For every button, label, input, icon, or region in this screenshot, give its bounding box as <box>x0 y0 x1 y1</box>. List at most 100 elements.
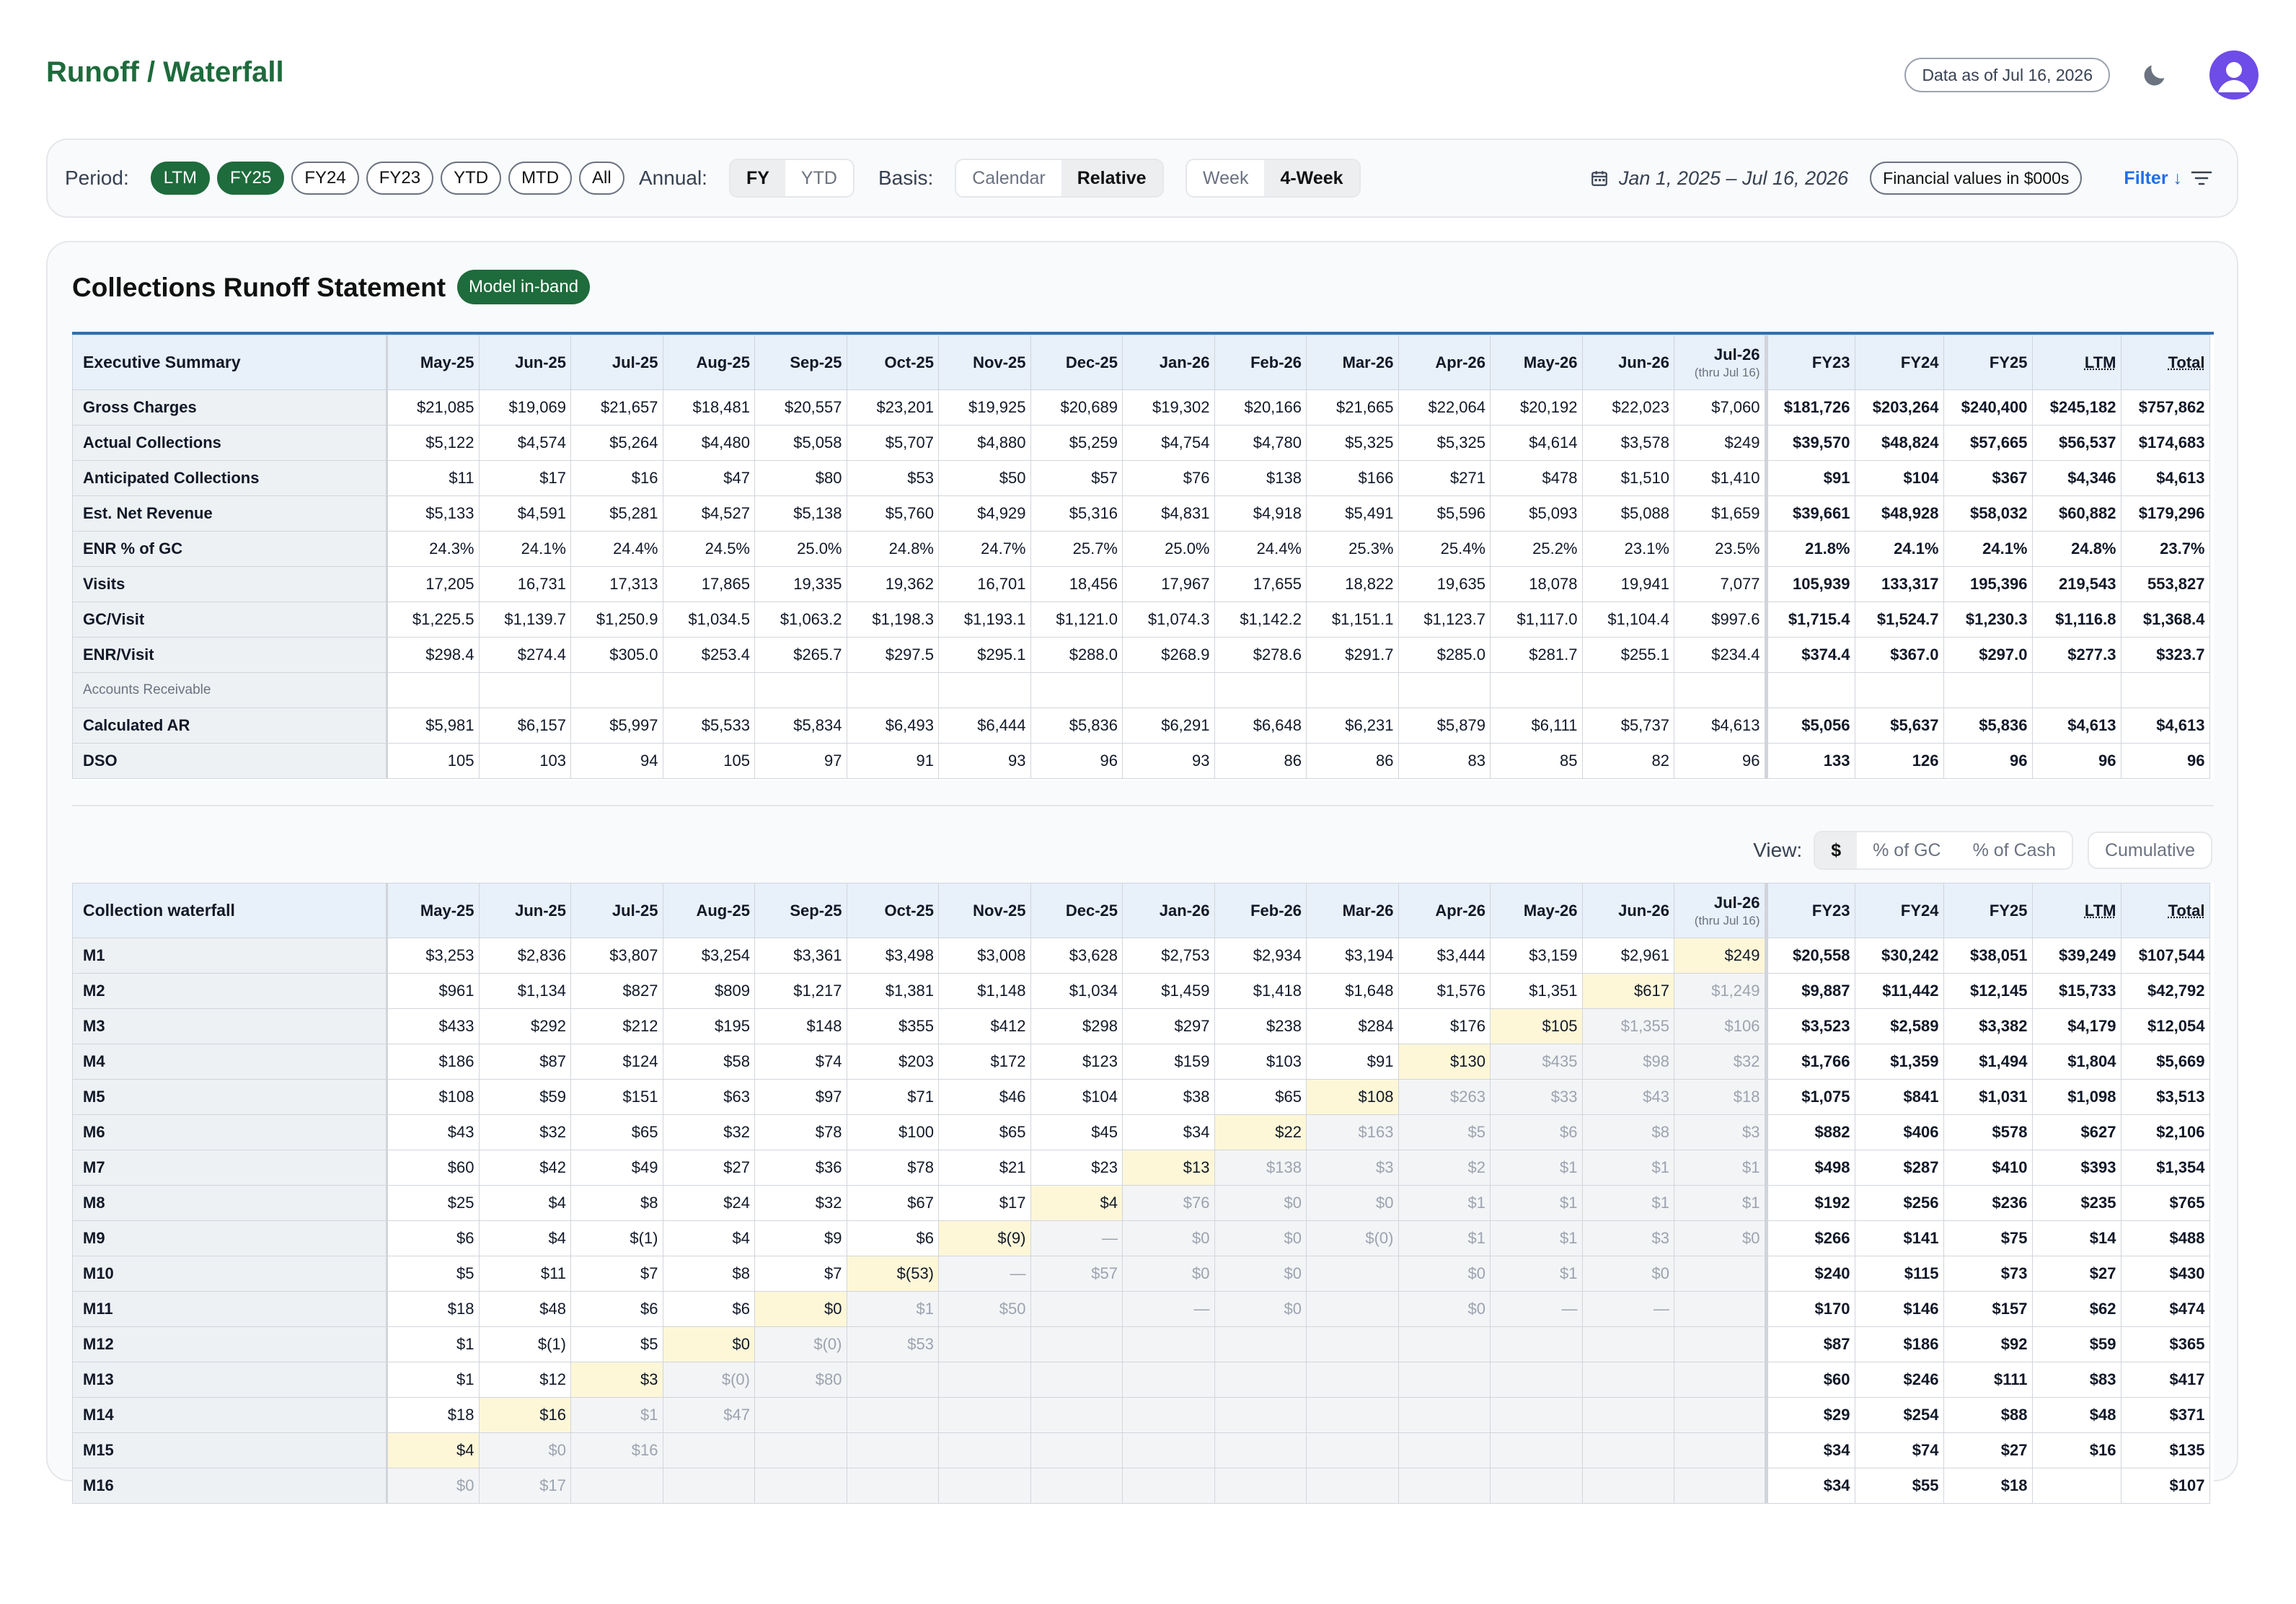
waterfall-cell: $298 <box>1030 1009 1123 1044</box>
period-all[interactable]: All <box>579 162 624 195</box>
basis-relative[interactable]: Relative <box>1061 160 1162 196</box>
waterfall-cell: $100 <box>847 1115 939 1150</box>
granularity-4week[interactable]: 4-Week <box>1264 160 1359 196</box>
column-header-jul-25[interactable]: Jul-25 <box>571 335 663 390</box>
total-header-fy25[interactable]: FY25 <box>1943 883 2032 938</box>
waterfall-cell <box>1307 1327 1399 1362</box>
period-fy23[interactable]: FY23 <box>366 162 433 195</box>
column-header-jan-26[interactable]: Jan-26 <box>1123 335 1215 390</box>
column-header-sep-25[interactable]: Sep-25 <box>755 883 847 938</box>
column-header-mar-26[interactable]: Mar-26 <box>1307 883 1399 938</box>
total-header-fy24[interactable]: FY24 <box>1855 335 1943 390</box>
period-fy24[interactable]: FY24 <box>291 162 358 195</box>
view-pct-cash[interactable]: % of Cash <box>1957 832 2072 868</box>
column-header-sep-25[interactable]: Sep-25 <box>755 335 847 390</box>
waterfall-cell: $8 <box>571 1186 663 1221</box>
waterfall-cell: $46 <box>939 1080 1031 1115</box>
filter-lines-icon <box>2191 169 2212 187</box>
cumulative-toggle[interactable]: Cumulative <box>2088 832 2212 869</box>
column-header-jun-25[interactable]: Jun-25 <box>479 335 571 390</box>
waterfall-cell: — <box>939 1256 1031 1292</box>
waterfall-cell: $6 <box>663 1292 755 1327</box>
column-header-may-25[interactable]: May-25 <box>387 883 480 938</box>
column-header-may-26[interactable]: May-26 <box>1491 883 1583 938</box>
column-header-apr-26[interactable]: Apr-26 <box>1398 335 1491 390</box>
total-header-total[interactable]: Total <box>2121 883 2209 938</box>
period-ytd[interactable]: YTD <box>441 162 501 195</box>
column-header-jan-26[interactable]: Jan-26 <box>1123 883 1215 938</box>
column-header-jul-25[interactable]: Jul-25 <box>571 883 663 938</box>
table-cell: $5,058 <box>755 426 847 461</box>
column-header-oct-25[interactable]: Oct-25 <box>847 883 939 938</box>
waterfall-cell: $104 <box>1030 1080 1123 1115</box>
column-header-nov-25[interactable]: Nov-25 <box>939 883 1031 938</box>
waterfall-cell: $34 <box>1123 1115 1215 1150</box>
waterfall-cell: $172 <box>939 1044 1031 1080</box>
period-mtd[interactable]: MTD <box>508 162 572 195</box>
waterfall-cell: $58 <box>663 1044 755 1080</box>
waterfall-row: M10 $5 $11 $7 $8 $7 $(53) — $57 $0 $0 $0 $1 $0 $240 $11… <box>73 1256 2210 1292</box>
waterfall-cell <box>1582 1362 1674 1398</box>
filter-button[interactable]: Filter ↓ <box>2124 168 2212 189</box>
total-header-fy24[interactable]: FY24 <box>1855 883 1943 938</box>
view-dollars[interactable]: $ <box>1815 832 1857 868</box>
total-header-fy23[interactable]: FY23 <box>1766 883 1855 938</box>
row-label: M6 <box>73 1115 387 1150</box>
table-cell: $1,063.2 <box>755 602 847 638</box>
column-header-nov-25[interactable]: Nov-25 <box>939 335 1031 390</box>
view-pct-gc[interactable]: % of GC <box>1857 832 1956 868</box>
total-cell: $18 <box>1943 1468 2032 1504</box>
total-header-ltm[interactable]: LTM <box>2032 335 2121 390</box>
column-header-mar-26[interactable]: Mar-26 <box>1307 335 1399 390</box>
user-avatar[interactable] <box>2209 50 2259 100</box>
table-cell: $1,250.9 <box>571 602 663 638</box>
waterfall-cell: $163 <box>1307 1115 1399 1150</box>
executive-summary-table-wrap[interactable]: Executive Summary May-25 Jun-25 Jul-25 Aug-2… <box>72 332 2214 780</box>
waterfall-cell: $7 <box>755 1256 847 1292</box>
waterfall-cell: $98 <box>1582 1044 1674 1080</box>
column-header-may-25[interactable]: May-25 <box>387 335 480 390</box>
waterfall-cell: $8 <box>1582 1115 1674 1150</box>
waterfall-cell <box>847 1398 939 1433</box>
column-header-oct-25[interactable]: Oct-25 <box>847 335 939 390</box>
column-header-aug-25[interactable]: Aug-25 <box>663 335 755 390</box>
annual-ytd[interactable]: YTD <box>785 160 853 196</box>
total-cell <box>1766 673 1855 708</box>
column-header-jun-25[interactable]: Jun-25 <box>479 883 571 938</box>
column-header-text: Jun-26 <box>1618 902 1669 920</box>
basis-calendar[interactable]: Calendar <box>956 160 1061 196</box>
table-cell: $253.4 <box>663 638 755 673</box>
granularity-week[interactable]: Week <box>1187 160 1264 196</box>
period-fy25[interactable]: FY25 <box>217 162 284 195</box>
column-header-jul-26[interactable]: Jul-26 (thru Jul 16) <box>1674 335 1767 390</box>
column-header-dec-25[interactable]: Dec-25 <box>1030 335 1123 390</box>
column-header-jun-26[interactable]: Jun-26 <box>1582 335 1674 390</box>
dark-mode-icon[interactable] <box>2140 61 2169 89</box>
column-header-apr-26[interactable]: Apr-26 <box>1398 883 1491 938</box>
column-header-text: Jul-25 <box>612 353 658 371</box>
column-header-jun-26[interactable]: Jun-26 <box>1582 883 1674 938</box>
total-header-fy25[interactable]: FY25 <box>1943 335 2032 390</box>
column-header-text: Dec-25 <box>1066 902 1118 920</box>
total-header-fy23[interactable]: FY23 <box>1766 335 1855 390</box>
waterfall-cell: $2,934 <box>1214 938 1307 974</box>
column-header-dec-25[interactable]: Dec-25 <box>1030 883 1123 938</box>
total-header-ltm[interactable]: LTM <box>2032 883 2121 938</box>
row-label: M16 <box>73 1468 387 1504</box>
column-header-jul-26[interactable]: Jul-26 (thru Jul 16) <box>1674 883 1767 938</box>
period-ltm[interactable]: LTM <box>151 162 210 195</box>
table-cell: $22,064 <box>1398 390 1491 426</box>
annual-fy[interactable]: FY <box>730 160 785 196</box>
date-range-picker[interactable]: Jan 1, 2025 – Jul 16, 2026 <box>1590 167 1848 190</box>
column-header-aug-25[interactable]: Aug-25 <box>663 883 755 938</box>
column-header-feb-26[interactable]: Feb-26 <box>1214 335 1307 390</box>
table-cell: $295.1 <box>939 638 1031 673</box>
total-header-total[interactable]: Total <box>2121 335 2209 390</box>
table-cell: $4,527 <box>663 496 755 532</box>
waterfall-table-wrap[interactable]: Collection waterfall May-25 Jun-25 Jul-25 Au… <box>72 883 2214 1604</box>
waterfall-cell: $1 <box>1582 1150 1674 1186</box>
waterfall-cell: $71 <box>847 1080 939 1115</box>
table-cell: 19,362 <box>847 567 939 602</box>
column-header-may-26[interactable]: May-26 <box>1491 335 1583 390</box>
column-header-feb-26[interactable]: Feb-26 <box>1214 883 1307 938</box>
